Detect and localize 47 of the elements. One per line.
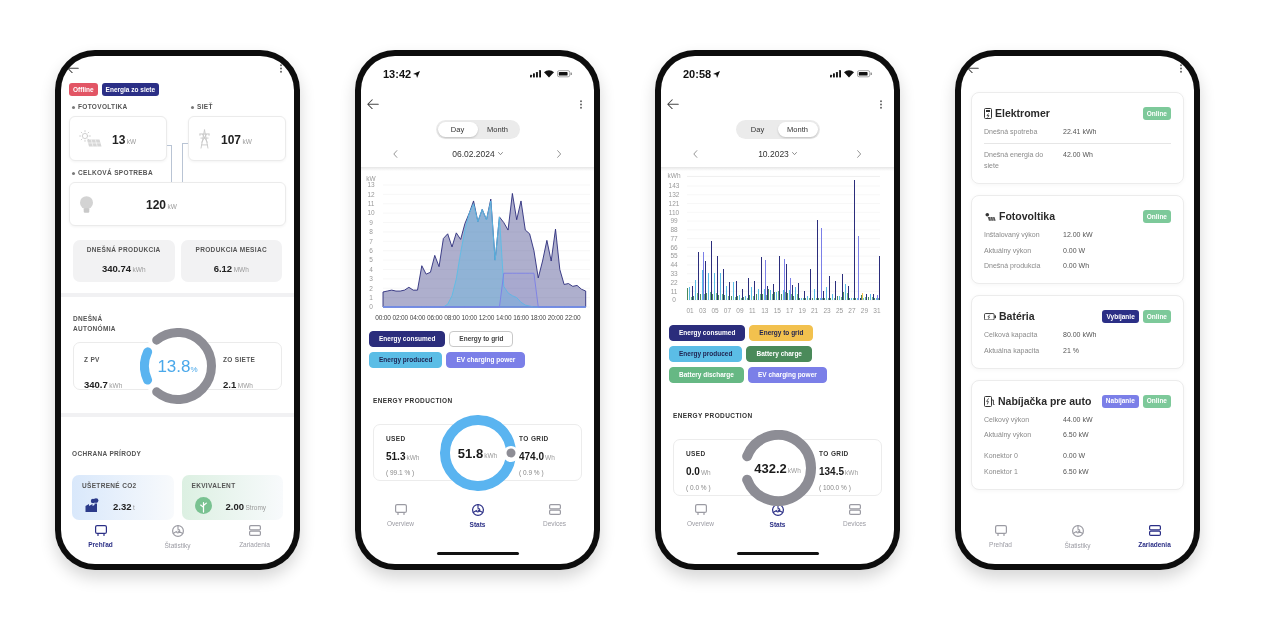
location-arrow-icon — [413, 70, 421, 78]
charging-station-icon — [984, 395, 995, 407]
chevron-down-icon — [497, 152, 503, 156]
light-bulb-icon — [80, 195, 93, 213]
chevron-right-icon[interactable] — [857, 150, 862, 158]
location-arrow-icon — [713, 70, 721, 78]
ring-remainder-dot — [506, 448, 515, 457]
back-arrow-icon[interactable] — [367, 98, 379, 110]
server-icon — [848, 504, 861, 515]
monitor-icon — [694, 504, 707, 515]
device-title: Fotovoltika — [999, 211, 1055, 222]
pie-chart-icon — [171, 525, 184, 537]
chevron-right-icon[interactable] — [557, 150, 562, 158]
clock-time: 20:58 — [683, 68, 712, 80]
signal-icon — [530, 70, 541, 78]
solar-panel-icon — [78, 130, 102, 147]
device-title: Batéria — [999, 311, 1035, 322]
meter-icon — [984, 108, 992, 119]
monitor-icon — [994, 525, 1007, 536]
chevron-down-icon — [791, 152, 797, 156]
monitor-icon — [394, 504, 407, 515]
pie-chart-icon — [771, 504, 784, 516]
tree-icon — [194, 496, 212, 514]
signal-icon — [830, 70, 841, 78]
battery-icon — [984, 312, 996, 321]
monitor-icon — [94, 525, 107, 536]
solar-panel-icon — [984, 212, 996, 221]
factory-icon — [85, 497, 99, 512]
device-title: Nabíjačka pre auto — [998, 395, 1092, 407]
date-picker[interactable]: 10.2023 — [758, 149, 797, 159]
server-icon — [248, 525, 261, 536]
battery-icon — [857, 70, 872, 78]
pie-chart-icon — [1071, 525, 1084, 537]
clock-time: 13:42 — [383, 68, 412, 80]
wifi-icon — [844, 70, 854, 78]
pie-chart-icon — [471, 504, 484, 516]
back-arrow-icon[interactable] — [667, 98, 679, 110]
battery-icon — [557, 70, 572, 78]
date-picker[interactable]: 06.02.2024 — [452, 149, 503, 159]
wifi-icon — [544, 70, 554, 78]
server-icon — [548, 504, 561, 515]
connector-line — [167, 145, 172, 182]
device-title: Elektromer — [995, 108, 1050, 119]
power-pylon-icon — [199, 128, 210, 149]
autonomy-percentage: 13.8% — [157, 357, 198, 375]
connector-line — [182, 143, 188, 182]
server-icon — [1148, 525, 1161, 536]
